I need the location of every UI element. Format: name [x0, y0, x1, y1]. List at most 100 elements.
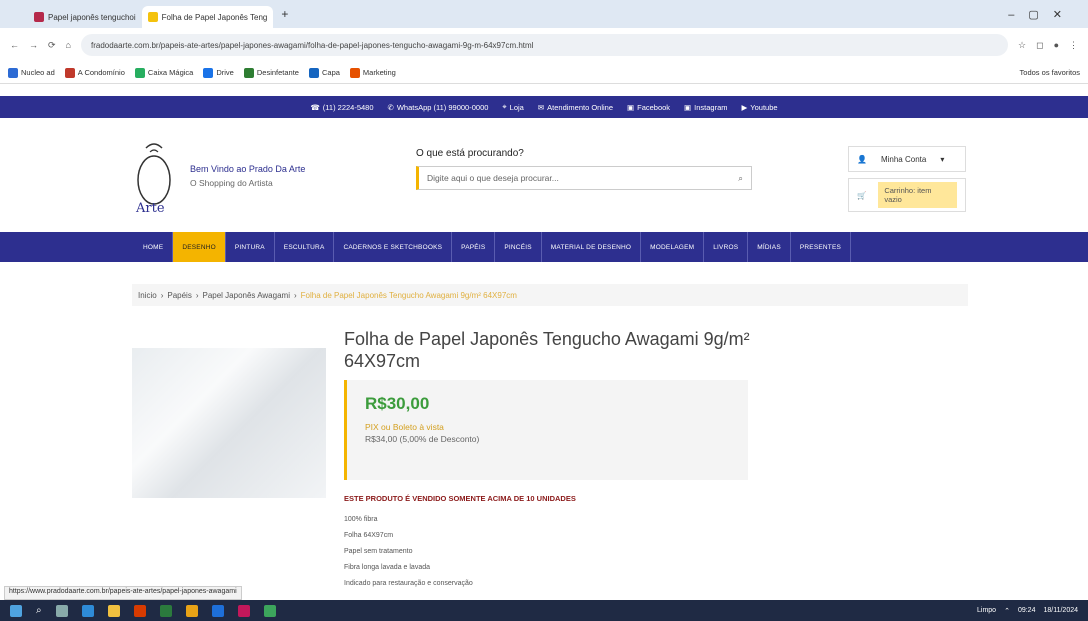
favicon-icon [147, 12, 158, 22]
back-icon[interactable]: ← [10, 40, 19, 50]
bookmark-0[interactable]: Nucleo ad [8, 67, 55, 78]
address-bar-row: ← → ⟳ ⌂ fradodaarte.com.br/papeis-ate-ar… [0, 28, 1088, 62]
extensions-icon[interactable]: ◻ [1036, 40, 1043, 51]
contact-bar: ☎ (11) 2224-5480 ✆ WhatsApp (11) 99000-0… [0, 96, 1088, 118]
nav-item-pinceis[interactable]: PINCÉIS [495, 232, 542, 262]
office-icon[interactable] [133, 604, 146, 617]
bookmark-all[interactable]: Todos os favoritos [1020, 68, 1080, 77]
explorer-icon[interactable] [107, 604, 120, 617]
bookmark-icon [134, 67, 145, 78]
bookmark-6[interactable]: Marketing [349, 67, 396, 78]
nav-item-material[interactable]: MATERIAL DE DESENHO [542, 232, 642, 262]
brand-subtitle: O Shopping do Artista [190, 178, 273, 188]
nav-item-livros[interactable]: LIVROS [704, 232, 749, 262]
task-view-icon[interactable] [55, 604, 68, 617]
search-input[interactable]: Digite aqui o que deseja procurar... ⌕ [416, 166, 752, 190]
bookmark-3[interactable]: Drive [203, 67, 234, 78]
browser-tabstrip: Papel japonês tenguchoi Folha de Papel J… [0, 0, 1088, 28]
system-tray: Limpo ⌃ 09:24 18/11/2024 [977, 607, 1078, 615]
nav-item-papeis[interactable]: PAPÉIS [452, 232, 496, 262]
bookmark-2[interactable]: Caixa Mágica [134, 67, 193, 78]
search-icon[interactable]: ⌕ [36, 605, 42, 616]
brand-title: Bem Vindo ao Prado Da Arte [190, 164, 306, 174]
nav-item-escultura[interactable]: ESCULTURA [275, 232, 335, 262]
star-icon[interactable]: ☆ [1018, 40, 1026, 51]
site-header: Arte Bem Vindo ao Prado Da Arte O Shoppi… [0, 118, 1088, 230]
main-nav: HOME DESENHO PINTURA ESCULTURA CADERNOS … [0, 232, 1088, 262]
search-question: O que está procurando? [416, 148, 524, 159]
app-icon[interactable] [159, 604, 172, 617]
tab-1[interactable]: Folha de Papel Japonês Teng [141, 6, 274, 28]
bookmark-icon [64, 67, 75, 78]
nav-item-pintura[interactable]: PINTURA [226, 232, 275, 262]
breadcrumb-item-0[interactable]: Inicio [138, 291, 157, 300]
search-icon[interactable]: ⌕ [738, 173, 743, 184]
whatsapp-item[interactable]: ✆ WhatsApp (11) 99000-0000 [388, 103, 489, 112]
bookmark-icon [243, 67, 254, 78]
tab-label: Folha de Papel Japonês Teng [161, 12, 268, 22]
product-price: R$30,00 [365, 394, 430, 413]
network-icon[interactable]: ⌃ [1004, 607, 1010, 615]
url-field[interactable]: fradodaarte.com.br/papeis-ate-artes/pape… [80, 34, 1008, 56]
breadcrumb: Inicio › Papéis › Papel Japonês Awagami … [132, 284, 968, 306]
instagram-item[interactable]: ▣ Instagram [684, 103, 727, 112]
product-image[interactable] [132, 348, 326, 498]
feature-item: Folha 64X97cm [344, 532, 394, 539]
favicon-icon [34, 12, 44, 22]
breadcrumb-item-1[interactable]: Papéis [167, 291, 191, 300]
account-label: Minha Conta [880, 154, 927, 164]
cart-button[interactable]: 🛒 Carrinho: item vazio [848, 178, 966, 212]
nav-item-modelagem[interactable]: MODELAGEM [641, 232, 705, 262]
phone-item[interactable]: ☎ (11) 2224-5480 [310, 103, 373, 112]
windows-start-icon[interactable] [10, 604, 22, 617]
bookmark-5[interactable]: Capa [308, 67, 340, 78]
facebook-item[interactable]: ▣ Facebook [627, 103, 670, 112]
nav-item-desenho[interactable]: DESENHO [173, 232, 226, 262]
svg-text:Arte: Arte [135, 201, 165, 216]
app-icon[interactable] [263, 604, 276, 617]
nav-item-home[interactable]: HOME [134, 232, 174, 262]
youtube-item[interactable]: ▶ Youtube [742, 103, 778, 112]
discount-text: R$34,00 (5,00% de Desconto) [365, 434, 480, 444]
account-button[interactable]: 👤 Minha Conta ▾ [848, 146, 966, 172]
edge-icon[interactable] [81, 604, 94, 617]
price-box: R$30,00 PIX ou Boleto à vista R$34,00 (5… [344, 380, 748, 480]
breadcrumb-item-2[interactable]: Papel Japonês Awagami [203, 291, 290, 300]
taskbar: ⌕ Limpo ⌃ 09:24 18/11/2024 [0, 600, 1088, 621]
breadcrumb-current: Folha de Papel Japonês Tengucho Awagami … [300, 290, 517, 300]
app-icon[interactable] [237, 604, 250, 617]
status-bar-url: https://www.pradodaarte.com.br/papeis-at… [4, 586, 242, 600]
profile-icon[interactable]: ● [1054, 40, 1059, 50]
app-icon[interactable] [211, 604, 224, 617]
cart-label: Carrinho: item vazio [878, 182, 957, 208]
tab-label: Papel japonês tenguchoi [48, 12, 136, 22]
window-controls[interactable]: –▢✕ [1008, 8, 1076, 21]
feature-item: Fibra longa lavada e lavada [344, 564, 431, 571]
user-icon: 👤 [857, 154, 867, 164]
site-logo[interactable]: Arte [132, 138, 180, 216]
feature-item: Indicado para restauração e conservação [344, 580, 473, 587]
feature-item: Papel sem tratamento [344, 548, 413, 555]
bookmark-4[interactable]: Desinfetante [243, 67, 299, 78]
menu-icon[interactable]: ⋮ [1069, 40, 1078, 51]
forward-icon[interactable]: → [29, 40, 38, 50]
bookmark-icon [8, 67, 18, 78]
chrome-icon[interactable] [185, 604, 198, 617]
online-support-item[interactable]: ✉ Atendimento Online [538, 103, 613, 112]
bookmark-1[interactable]: A Condomínio [64, 67, 125, 78]
bookmark-icon [203, 67, 214, 78]
cart-icon: 🛒 [857, 190, 867, 200]
weather-text[interactable]: Limpo [977, 607, 996, 614]
bookmarks-bar: Nucleo ad A Condomínio Caixa Mágica Driv… [0, 62, 1088, 84]
reload-icon[interactable]: ⟳ [48, 40, 56, 51]
new-tab-icon[interactable]: + [281, 7, 288, 21]
nav-item-presentes[interactable]: PRESENTES [791, 232, 852, 262]
nav-item-cadernos[interactable]: CADERNOS E SKETCHBOOKS [334, 232, 453, 262]
nav-item-midias[interactable]: MÍDIAS [748, 232, 791, 262]
clock-time[interactable]: 09:24 [1018, 607, 1036, 614]
clock-date[interactable]: 18/11/2024 [1043, 607, 1078, 614]
tab-0[interactable]: Papel japonês tenguchoi [28, 6, 142, 28]
product-title: Folha de Papel Japonês Tengucho Awagami … [344, 329, 750, 371]
store-item[interactable]: ⌖ Loja [502, 102, 523, 112]
home-icon[interactable]: ⌂ [66, 40, 71, 50]
